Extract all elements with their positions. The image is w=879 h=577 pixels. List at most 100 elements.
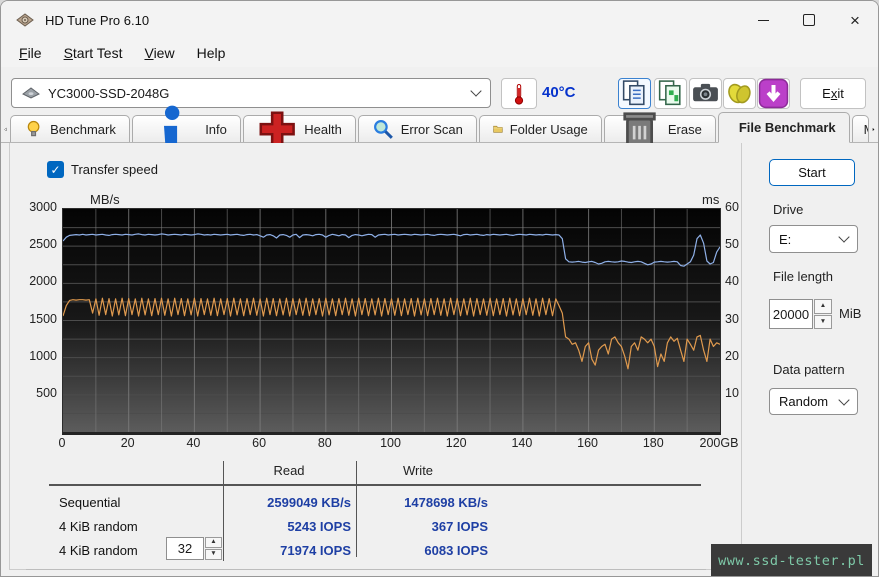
tab-error-scan[interactable]: Error Scan xyxy=(358,115,477,142)
axis-tick-label: 3000 xyxy=(15,200,57,214)
drive-label: Drive xyxy=(773,202,803,217)
drive-icon xyxy=(22,86,40,100)
bulb-icon xyxy=(24,119,43,138)
tab-label: Folder Usage xyxy=(510,122,588,137)
minimize-button[interactable] xyxy=(740,1,786,39)
copy-to-clipboard-button[interactable] xyxy=(618,78,651,109)
tab-label: Info xyxy=(205,122,227,137)
tab-benchmark[interactable]: Benchmark xyxy=(10,115,130,142)
tab-scroll-left-button[interactable] xyxy=(3,116,8,142)
menu-help[interactable]: Help xyxy=(187,42,236,64)
axis-tick-label: 10 xyxy=(725,386,759,400)
tab-scroll-right-button[interactable] xyxy=(871,116,876,142)
axis-tick-label: 500 xyxy=(15,386,57,400)
axis-tick-label: 2000 xyxy=(15,274,57,288)
drive-selector-value: YC3000-SSD-2048G xyxy=(48,86,169,101)
tab-disk-monitor-partial[interactable]: M. xyxy=(852,115,869,142)
file-length-down-button[interactable]: ▼ xyxy=(814,315,832,330)
axis-tick-label: 2500 xyxy=(15,237,57,251)
chevron-down-icon xyxy=(838,231,849,242)
axis-tick-label: 140 xyxy=(492,436,552,450)
axis-tick-label: 0 xyxy=(32,436,92,450)
maximize-button[interactable] xyxy=(786,1,832,39)
menu-start-test[interactable]: Start Test xyxy=(54,42,133,64)
drive-select[interactable]: E: xyxy=(769,225,858,253)
arrow-left-icon xyxy=(3,127,8,132)
axis-tick-label: 180 xyxy=(623,436,683,450)
chevron-down-icon xyxy=(470,85,481,96)
tab-info[interactable]: Info xyxy=(132,115,241,142)
window-title: HD Tune Pro 6.10 xyxy=(45,13,149,28)
write-column-header: Write xyxy=(368,463,468,478)
gloves-button[interactable] xyxy=(723,78,756,109)
axis-tick-label: 20 xyxy=(98,436,158,450)
tab-label: M. xyxy=(864,122,869,137)
queue-depth-input[interactable]: 32 xyxy=(166,537,204,560)
axis-tick-label: 40 xyxy=(725,274,759,288)
app-icon xyxy=(15,10,35,30)
camera-icon xyxy=(690,78,721,109)
tab-label: Erase xyxy=(668,122,702,137)
row-label-sequential: Sequential xyxy=(59,495,120,510)
data-pattern-select[interactable]: Random xyxy=(769,388,858,415)
minimize-icon xyxy=(758,20,769,21)
thermometer-icon xyxy=(511,83,527,105)
screenshot-button[interactable] xyxy=(689,78,722,109)
toolbar: YC3000-SSD-2048G 40°C Exit xyxy=(1,67,878,113)
y-axis-right-unit: ms xyxy=(702,192,719,207)
tab-folder-usage[interactable]: Folder Usage xyxy=(479,115,602,142)
axis-tick-label: 50 xyxy=(725,237,759,251)
axis-tick-label: 80 xyxy=(295,436,355,450)
file-length-unit: MiB xyxy=(839,306,861,321)
queue-depth-up-button[interactable]: ▲ xyxy=(205,537,222,548)
close-icon: × xyxy=(850,12,860,29)
temperature-button[interactable] xyxy=(501,78,537,109)
data-pattern-value: Random xyxy=(779,394,828,409)
random-write-value: 367 IOPS xyxy=(368,519,488,534)
axis-tick-label: 160 xyxy=(558,436,618,450)
queue-depth-down-button[interactable]: ▼ xyxy=(205,549,222,560)
axis-tick-label: 200GB xyxy=(689,436,749,450)
axis-tick-label: 40 xyxy=(163,436,223,450)
watermark: www.ssd-tester.pl xyxy=(711,544,872,577)
download-button[interactable] xyxy=(757,78,790,109)
transfer-speed-checkbox[interactable]: ✓ xyxy=(47,161,64,178)
drive-selector-combobox[interactable]: YC3000-SSD-2048G xyxy=(11,78,491,108)
copy-icon xyxy=(619,78,650,109)
drive-select-value: E: xyxy=(779,232,791,247)
download-icon xyxy=(758,78,789,109)
copy-to-file-button[interactable] xyxy=(654,78,687,109)
axis-tick-label: 120 xyxy=(426,436,486,450)
magnifier-icon xyxy=(372,118,394,140)
file-length-up-button[interactable]: ▲ xyxy=(814,299,832,314)
random-qd-read-value: 71974 IOPS xyxy=(231,543,351,558)
transfer-speed-label: Transfer speed xyxy=(71,162,158,177)
close-button[interactable]: × xyxy=(832,1,878,39)
row-label-4kib-random-qd: 4 KiB random xyxy=(59,543,138,558)
exit-button[interactable]: Exit xyxy=(800,78,866,109)
tab-label: Error Scan xyxy=(401,122,463,137)
table-separator xyxy=(223,461,224,561)
file-benchmark-page: ✓ Transfer speed MB/s ms 300025002000150… xyxy=(1,143,879,577)
arrow-right-icon xyxy=(871,127,876,132)
temperature-value: 40°C xyxy=(542,84,576,101)
axis-tick-label: 60 xyxy=(725,200,759,214)
data-pattern-label: Data pattern xyxy=(773,362,845,377)
gloves-icon xyxy=(724,78,755,109)
tab-health[interactable]: Health xyxy=(243,115,356,142)
axis-tick-label: 20 xyxy=(725,349,759,363)
file-length-input[interactable]: 20000 xyxy=(769,299,813,329)
tab-strip: Benchmark Info Health Error Scan Folder … xyxy=(1,113,878,143)
axis-tick-label: 1000 xyxy=(15,349,57,363)
hdtune-window: HD Tune Pro 6.10 × File Start Test View … xyxy=(0,0,879,577)
start-button[interactable]: Start xyxy=(769,159,855,186)
tab-file-benchmark[interactable]: File Benchmark xyxy=(718,112,850,143)
menu-view[interactable]: View xyxy=(134,42,184,64)
menu-file[interactable]: File xyxy=(9,42,52,64)
tab-erase[interactable]: Erase xyxy=(604,115,716,142)
maximize-icon xyxy=(803,14,815,26)
file-length-label: File length xyxy=(773,269,833,284)
random-qd-write-value: 6083 IOPS xyxy=(368,543,488,558)
folder-icon xyxy=(493,124,503,134)
tab-label: Health xyxy=(304,122,342,137)
